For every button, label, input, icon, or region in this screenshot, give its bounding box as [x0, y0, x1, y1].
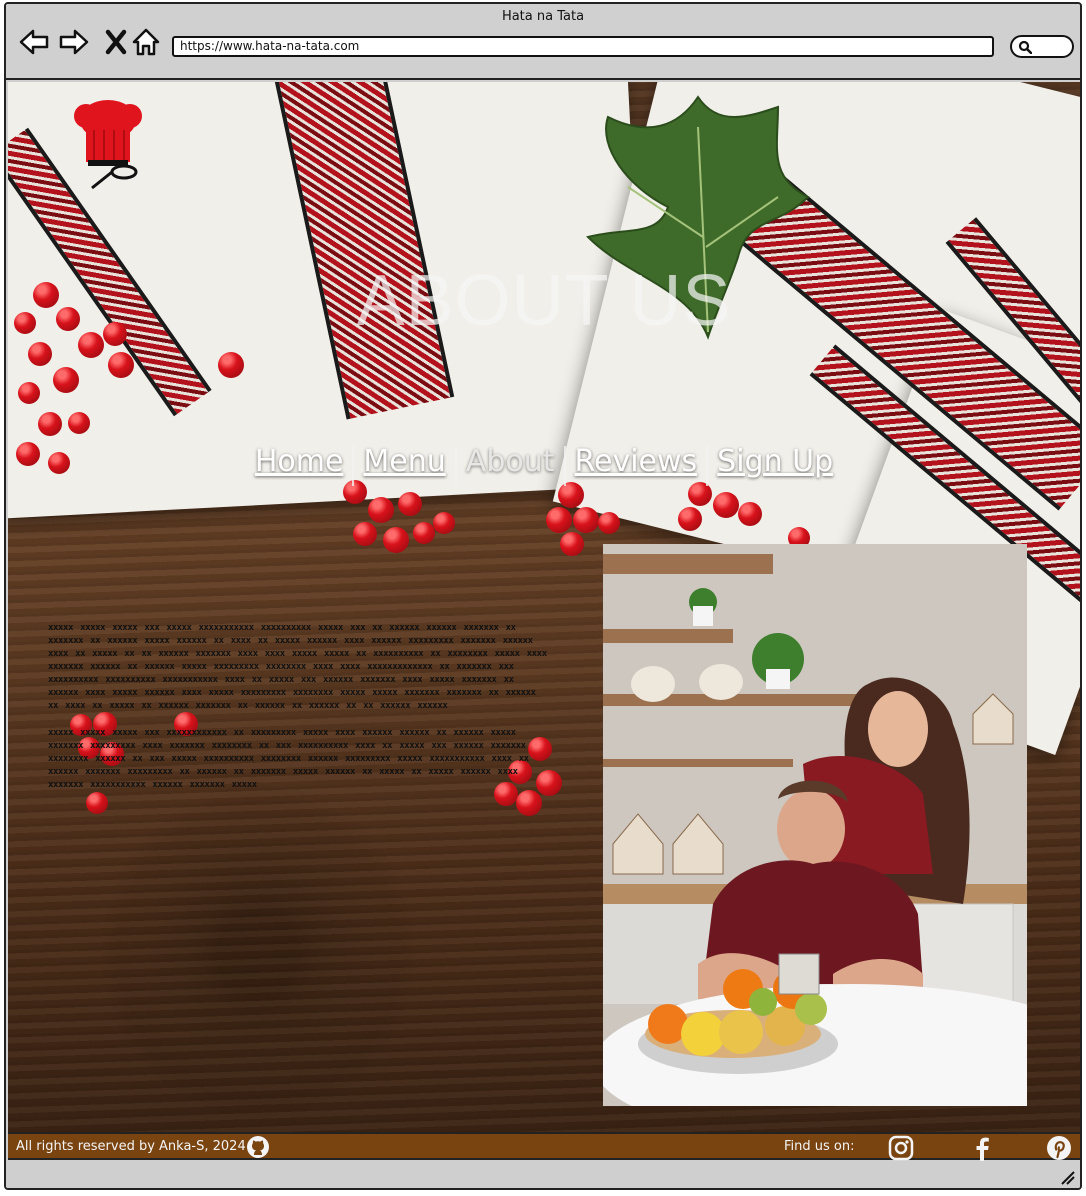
nav-separator [352, 446, 355, 486]
find-us-label: Find us on: [784, 1139, 855, 1154]
address-bar[interactable]: https://www.hata-na-tata.com [172, 36, 994, 57]
about-paragraph: xxxxx xxxxx xxxxx xxx xxxxx xxxxxxxxxxx … [48, 623, 547, 711]
resize-grip-icon[interactable] [1058, 1168, 1076, 1186]
page-title: ABOUT US [356, 261, 732, 341]
back-icon[interactable] [18, 26, 50, 58]
window-title: Hata na Tata [501, 9, 585, 24]
stop-icon[interactable] [100, 26, 132, 58]
about-paragraph: xxxxx xxxxx xxxxx xxx xxxxxxxxxxxx xx xx… [48, 728, 529, 790]
owners-photo [603, 544, 1027, 1106]
github-icon[interactable] [246, 1135, 270, 1159]
pinterest-icon[interactable] [1046, 1135, 1072, 1161]
nav-separator [706, 446, 709, 486]
nav-sign-up[interactable]: Sign Up [708, 444, 842, 486]
forward-icon[interactable] [58, 26, 90, 58]
search-icon [1018, 40, 1032, 54]
main-navigation: Home Menu About Reviews Sign Up [8, 444, 1080, 486]
site-logo[interactable] [48, 90, 168, 220]
nav-home[interactable]: Home [246, 444, 353, 486]
nav-separator [563, 446, 566, 486]
nav-menu[interactable]: Menu [354, 444, 454, 486]
browser-window: Hata na Tata https://www.hata-na-tata.co… [4, 2, 1082, 1190]
browser-search[interactable] [1010, 35, 1074, 58]
copyright-text: All rights reserved by Anka-S, 2024 [16, 1139, 246, 1154]
nav-reviews[interactable]: Reviews [566, 444, 707, 486]
site-footer: All rights reserved by Anka-S, 2024 Find… [8, 1132, 1080, 1161]
home-icon[interactable] [130, 26, 162, 58]
status-bar [6, 1162, 1080, 1188]
about-text: xxxxx xxxxx xxxxx xxx xxxxx xxxxxxxxxxx … [48, 622, 548, 792]
page-viewport: ABOUT US Home Menu About Reviews Sign Up… [8, 82, 1080, 1132]
browser-toolbar: Hata na Tata https://www.hata-na-tata.co… [6, 4, 1080, 80]
facebook-icon[interactable] [970, 1135, 994, 1161]
nav-about[interactable]: About [457, 444, 564, 486]
instagram-icon[interactable] [888, 1135, 914, 1161]
